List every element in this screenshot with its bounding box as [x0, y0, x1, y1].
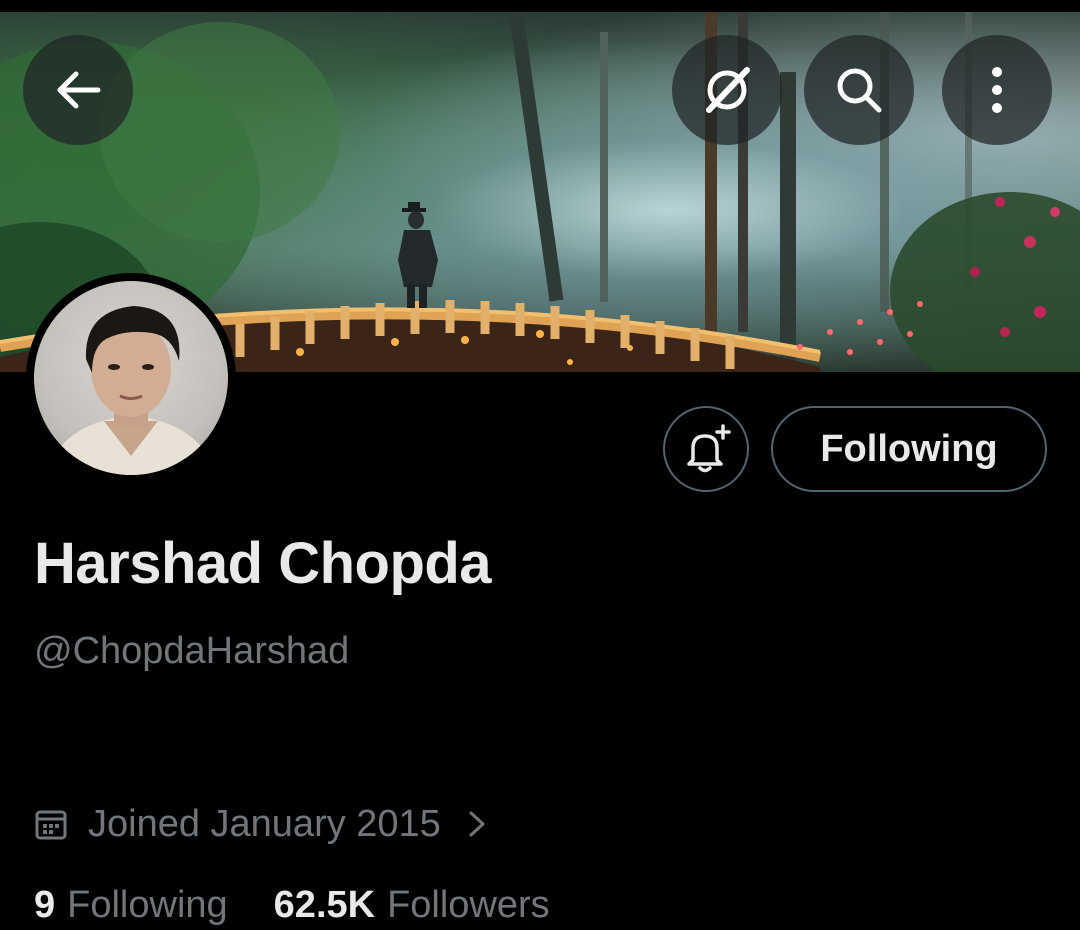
avatar-photo — [34, 281, 228, 475]
search-icon — [837, 68, 882, 113]
grok-button[interactable] — [672, 35, 782, 145]
grok-icon — [706, 67, 750, 113]
more-vertical-icon — [992, 67, 1002, 113]
profile-stats: 9 Following 62.5K Followers — [34, 884, 596, 927]
followers-count-link[interactable]: 62.5K Followers — [274, 884, 550, 927]
profile-display-name: Harshad Chopda — [34, 531, 492, 596]
followers-count: 62.5K — [273, 884, 376, 926]
following-label: Following — [67, 884, 228, 926]
following-count-link[interactable]: 9 Following — [34, 884, 228, 927]
back-button[interactable] — [23, 35, 133, 145]
followers-label: Followers — [387, 884, 550, 926]
following-button[interactable]: Following — [771, 406, 1047, 492]
status-bar-strip — [0, 0, 1080, 12]
bell-plus-icon — [687, 424, 731, 473]
joined-date-row[interactable]: Joined January 2015 — [34, 800, 487, 848]
more-options-button[interactable] — [942, 35, 1052, 145]
following-count: 9 — [34, 884, 56, 926]
avatar-portrait — [44, 306, 218, 475]
calendar-icon — [34, 807, 68, 841]
search-button[interactable] — [804, 35, 914, 145]
chevron-right-icon — [467, 809, 487, 839]
joined-date-text: Joined January 2015 — [88, 802, 441, 845]
profile-handle: @ChopdaHarshad — [34, 630, 350, 672]
profile-avatar[interactable] — [26, 273, 236, 483]
arrow-left-icon — [57, 71, 101, 109]
notifications-toggle-button[interactable] — [663, 406, 749, 492]
